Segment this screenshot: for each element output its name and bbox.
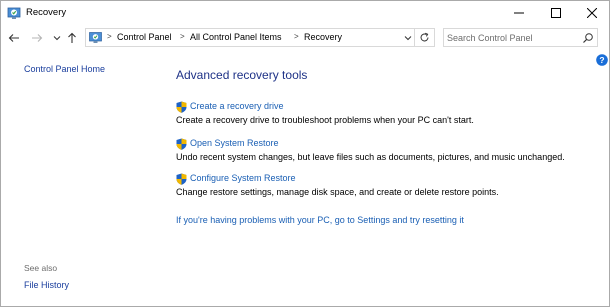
up-arrow-icon <box>68 32 76 43</box>
chevron-down-icon <box>53 36 61 41</box>
back-arrow-icon <box>8 34 19 42</box>
refresh-button[interactable] <box>415 28 435 47</box>
breadcrumb-separator: > <box>107 32 112 41</box>
recent-locations-button[interactable] <box>50 30 64 46</box>
refresh-icon <box>420 32 429 42</box>
open-system-restore-link[interactable]: Open System Restore <box>190 138 279 148</box>
back-button[interactable] <box>7 30 21 46</box>
control-panel-home-link[interactable]: Control Panel Home <box>24 64 105 74</box>
title-bar: Recovery <box>1 1 609 25</box>
control-panel-icon <box>89 31 102 44</box>
forward-button[interactable] <box>30 30 44 46</box>
chevron-down-icon <box>404 36 412 41</box>
up-button[interactable] <box>65 30 79 46</box>
maximize-icon <box>551 8 561 18</box>
recovery-window: Recovery > Control Panel > All Control P… <box>0 0 610 307</box>
search-box[interactable] <box>443 28 598 47</box>
create-recovery-drive-link[interactable]: Create a recovery drive <box>190 101 284 111</box>
close-icon <box>587 8 597 18</box>
file-history-link[interactable]: File History <box>24 280 69 290</box>
address-history-button[interactable] <box>402 31 414 45</box>
search-icon[interactable] <box>582 32 594 44</box>
window-title: Recovery <box>26 7 67 18</box>
page-title: Advanced recovery tools <box>176 68 308 82</box>
task-description: Change restore settings, manage disk spa… <box>176 187 499 197</box>
uac-shield-icon <box>176 173 187 185</box>
uac-shield-icon <box>176 138 187 150</box>
svg-text:?: ? <box>599 55 604 65</box>
reset-pc-settings-link[interactable]: If you're having problems with your PC, … <box>176 215 464 225</box>
navigation-bar: > Control Panel > All Control Panel Item… <box>1 26 609 50</box>
address-bar[interactable]: > Control Panel > All Control Panel Item… <box>85 28 415 47</box>
configure-system-restore-link[interactable]: Configure System Restore <box>190 173 296 183</box>
help-icon[interactable]: ? <box>596 54 608 66</box>
breadcrumb-separator: > <box>294 32 299 41</box>
minimize-icon <box>514 12 524 14</box>
breadcrumb-all-items[interactable]: All Control Panel Items <box>190 32 282 42</box>
uac-shield-icon <box>176 101 187 113</box>
forward-arrow-icon <box>32 34 43 42</box>
task-description: Create a recovery drive to troubleshoot … <box>176 115 474 125</box>
search-input[interactable] <box>447 30 577 45</box>
recovery-icon <box>7 6 21 20</box>
breadcrumb-separator: > <box>180 32 185 41</box>
maximize-button[interactable] <box>538 1 574 25</box>
close-button[interactable] <box>574 1 610 25</box>
minimize-button[interactable] <box>501 1 537 25</box>
task-description: Undo recent system changes, but leave fi… <box>176 152 565 162</box>
see-also-heading: See also <box>24 263 58 273</box>
breadcrumb-control-panel[interactable]: Control Panel <box>117 32 172 42</box>
breadcrumb-recovery[interactable]: Recovery <box>304 32 342 42</box>
